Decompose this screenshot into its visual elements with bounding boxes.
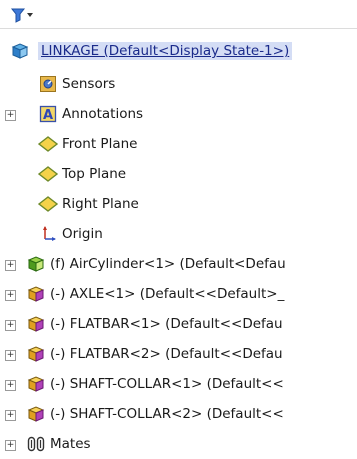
feature-manager-tree: LINKAGE (Default<Display State-1>) Senso… [0,0,357,459]
expand-toggle[interactable]: + [5,410,16,421]
tree-item-label: Front Plane [62,136,138,152]
expand-toggle[interactable]: + [5,290,16,301]
assembly-icon [10,41,30,61]
subassembly-icon [26,254,46,274]
tree-item-label: (-) FLATBAR<2> (Default<<Defau [50,346,283,362]
expand-toggle[interactable]: + [5,350,16,361]
expand-toggle[interactable]: + [5,440,16,451]
svg-text:A: A [43,108,53,123]
expand-toggle[interactable]: + [5,380,16,391]
sensors-icon [38,74,58,94]
part-icon [26,374,46,394]
filter-dropdown[interactable] [10,5,36,25]
tree-item-label: (-) FLATBAR<1> (Default<<Defau [50,316,283,332]
tree-item-label: Origin [62,226,103,242]
expand-toggle[interactable]: + [5,260,16,271]
part-icon [26,404,46,424]
plane-icon [38,194,58,214]
expand-toggle[interactable]: + [5,320,16,331]
tree-item-label: Right Plane [62,196,139,212]
tree-item-label: Sensors [62,76,116,92]
plane-icon [38,164,58,184]
tree-item-label: (-) SHAFT-COLLAR<1> (Default<< [50,376,284,392]
part-icon [26,314,46,334]
tree-item-label: (-) AXLE<1> (Default<<Default>_ [50,286,285,302]
origin-icon [38,224,58,244]
tree-item-label: Annotations [62,106,144,122]
mates-icon [26,434,46,454]
annotations-icon: A [38,104,58,124]
part-icon [26,284,46,304]
part-icon [26,344,46,364]
filter-icon [10,8,33,23]
tree-root-label: LINKAGE (Default<Display State-1>) [38,42,293,60]
tree-item-label: Top Plane [62,166,127,182]
expand-toggle[interactable]: + [5,110,16,121]
tree-item-label: (-) SHAFT-COLLAR<2> (Default<< [50,406,284,422]
plane-icon [38,134,58,154]
header-divider [0,28,357,29]
tree-item-label: (f) AirCylinder<1> (Default<Defau [50,256,286,272]
tree-item-label: Mates [50,436,91,452]
